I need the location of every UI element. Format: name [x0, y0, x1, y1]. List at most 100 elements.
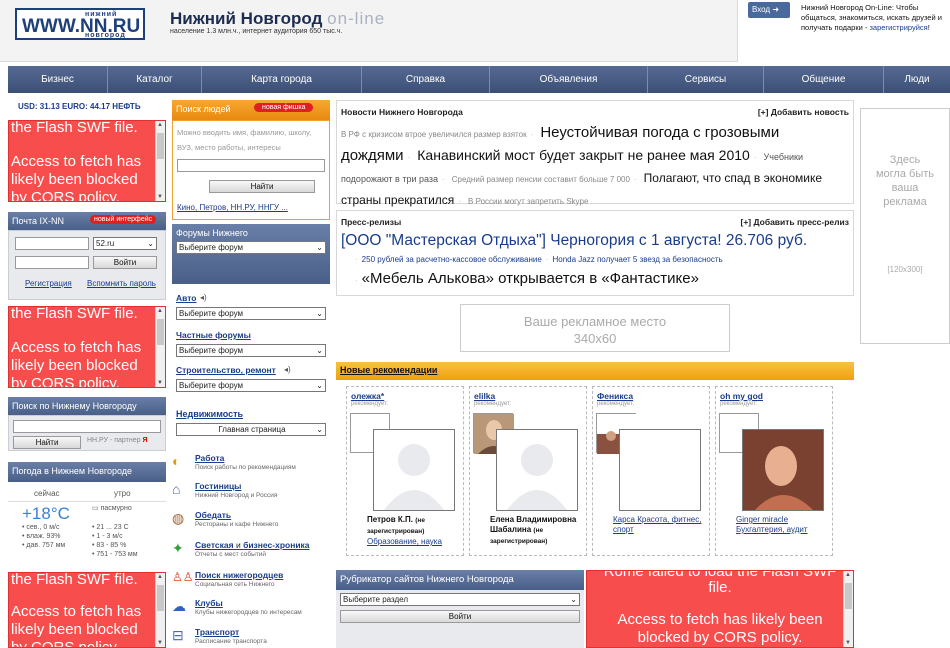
scroll-down-icon[interactable]: ▼: [845, 640, 851, 646]
nav-item-catalog[interactable]: Каталог: [108, 66, 202, 93]
news-item[interactable]: Канавинский мост будет закрыт не ранее м…: [417, 147, 750, 163]
service-desc: Нижний Новгород и Россия: [195, 492, 278, 499]
flash-scrollbar[interactable]: ▲ ▼: [155, 307, 165, 387]
nav-item-services[interactable]: Сервисы: [648, 66, 764, 93]
nav-item-help[interactable]: Справка: [362, 66, 490, 93]
press-item[interactable]: «Мебель Алькова» открывается в «Фантасти…: [362, 270, 699, 287]
recommended-avatar[interactable]: [742, 429, 824, 511]
scroll-down-icon[interactable]: ▼: [157, 194, 163, 200]
flash-scrollbar[interactable]: ▲ ▼: [155, 121, 165, 201]
recommended-avatar[interactable]: [619, 429, 701, 511]
login-button[interactable]: Вход ➜: [748, 2, 790, 18]
scroll-thumb[interactable]: [845, 583, 852, 609]
scroll-up-icon[interactable]: ▲: [845, 572, 851, 578]
separator-dot: ·: [530, 130, 534, 139]
mail-register-link[interactable]: Регистрация: [25, 279, 72, 288]
flash-scrollbar[interactable]: ▲ ▼: [843, 571, 853, 647]
mail-domain-select[interactable]: 52.ru ⌄: [93, 237, 157, 250]
press-item[interactable]: 250 рублей за расчетно-кассовое обслужив…: [362, 255, 542, 264]
people-search-button[interactable]: Найти: [209, 180, 315, 193]
rec-category[interactable]: Образование, наука: [367, 537, 442, 546]
mail-forgot-link[interactable]: Вспомнить пароль: [87, 279, 156, 288]
rec-category[interactable]: Карса Красота, фитнес, спорт: [613, 515, 701, 534]
recommended-avatar[interactable]: [496, 429, 578, 511]
service-title[interactable]: Гостиницы: [195, 481, 241, 491]
forum-section-private[interactable]: Частные форумы: [176, 330, 251, 340]
recommended-avatar[interactable]: [373, 429, 455, 511]
flash-banner-3: the Flash SWF file. Access to fetch has …: [8, 572, 166, 648]
forum-realty-select[interactable]: Главная страница ⌄: [176, 423, 326, 436]
rec-user[interactable]: oh my god: [720, 391, 763, 401]
scroll-up-icon[interactable]: ▲: [157, 308, 163, 314]
mail-password-input[interactable]: [15, 256, 89, 269]
add-press-link[interactable]: [+] Добавить пресс-релиз: [740, 217, 849, 227]
person-silhouette-icon: [384, 444, 444, 510]
people-new-badge[interactable]: новая фишка: [254, 103, 314, 112]
weather-icon-alt: пасмурно: [100, 505, 132, 512]
nav-item-ads[interactable]: Объявления: [490, 66, 648, 93]
press-item[interactable]: Honda Jazz получает 5 звезд за безопасно…: [553, 255, 723, 264]
nav-item-people[interactable]: Люди: [884, 66, 950, 93]
recommendation-card[interactable]: олежка* рекомендует: Петров К.П. (не зар…: [346, 386, 464, 556]
press-item-main[interactable]: [ООО "Мастерская Отдыха"] Черногория с 1…: [341, 232, 807, 250]
news-item[interactable]: В РФ с кризисом втрое увеличился размер …: [341, 130, 527, 139]
rubricator-select[interactable]: Выберите раздел ⌄: [340, 593, 580, 606]
scroll-thumb[interactable]: [157, 133, 164, 159]
recommendation-card[interactable]: Феникса рекомендует: Карса Красота, фитн…: [592, 386, 710, 556]
scroll-up-icon[interactable]: ▲: [157, 122, 163, 128]
scroll-down-icon[interactable]: ▼: [157, 640, 163, 646]
user-photo-icon: [743, 430, 823, 510]
register-link[interactable]: зарегистрируйся: [869, 23, 927, 32]
nav-item-map[interactable]: Карта города: [202, 66, 362, 93]
rec-category[interactable]: Ginger miracle Бухгалтерия, аудит: [736, 515, 808, 534]
scroll-thumb[interactable]: [157, 319, 164, 345]
forum-auto-select[interactable]: Выберите форум ⌄: [176, 307, 326, 320]
nav-item-social[interactable]: Общение: [764, 66, 884, 93]
mail-new-interface-badge[interactable]: новый интерфейс: [90, 215, 157, 224]
service-title[interactable]: Поиск нижегородцев: [195, 570, 283, 580]
service-title-business[interactable]: бизнес-хроника: [243, 540, 309, 550]
recommendation-card[interactable]: elilka рекомендует: Елена Владимировна Ш…: [469, 386, 587, 556]
recommendations-title-text[interactable]: Новые рекомендации: [340, 365, 437, 375]
oil-rate[interactable]: НЕФТЬ: [112, 102, 140, 111]
people-search-input[interactable]: [177, 159, 325, 172]
site-logo[interactable]: нижний WWW.NN.RU новгород: [15, 8, 145, 40]
ad-placeholder[interactable]: Ваше рекламное место 340x60: [460, 304, 730, 352]
rec-user[interactable]: Феникса: [597, 391, 633, 401]
news-item[interactable]: В России могут запретить Skype: [468, 197, 588, 206]
add-news-link[interactable]: [+] Добавить новость: [758, 107, 849, 117]
service-title[interactable]: Работа: [195, 453, 224, 463]
chevron-down-icon: ⌄: [316, 309, 323, 318]
recommendation-card[interactable]: oh my god рекомендует: Ginger miracle Бу…: [715, 386, 833, 556]
service-title[interactable]: Транспорт: [195, 627, 239, 637]
site-search-button[interactable]: Найти: [13, 436, 81, 449]
forum-section-realty[interactable]: Недвижимость: [176, 409, 243, 419]
service-title[interactable]: Клубы: [195, 598, 223, 608]
forums-select[interactable]: Выберите форум ⌄: [176, 241, 326, 254]
mail-login-button[interactable]: Войти: [93, 256, 157, 269]
euro-rate[interactable]: EURO: 44.17: [62, 102, 110, 111]
usd-rate[interactable]: USD: 31.13: [18, 102, 60, 111]
mail-login-input[interactable]: [15, 237, 89, 250]
forum-private-select[interactable]: Выберите форум ⌄: [176, 344, 326, 357]
site-search-input[interactable]: [13, 420, 161, 433]
forum-section-auto[interactable]: Авто: [176, 293, 197, 303]
forum-section-building[interactable]: Строительство, ремонт: [176, 365, 276, 375]
scroll-up-icon[interactable]: ▲: [157, 574, 163, 580]
news-item[interactable]: Средний размер пенсии составит больше 7 …: [452, 175, 630, 184]
rec-user[interactable]: олежка*: [351, 391, 384, 401]
scroll-down-icon[interactable]: ▼: [157, 380, 163, 386]
service-title[interactable]: Обедать: [195, 510, 231, 520]
rubricator-button[interactable]: Войти: [340, 610, 580, 623]
right-ad-placeholder[interactable]: Здесь могла быть ваша реклама [120x300]: [860, 108, 950, 344]
rec-name: Елена Владимировна Шабалина (не зарегист…: [490, 515, 590, 547]
rec-user[interactable]: elilka: [474, 391, 495, 401]
service-title-society[interactable]: Светская: [195, 540, 234, 550]
nav-item-business[interactable]: Бизнес: [8, 66, 108, 93]
people-search-links[interactable]: Кино, Петров, НН.РУ, ННГУ ...: [177, 203, 288, 212]
flash-scrollbar[interactable]: ▲ ▼: [155, 573, 165, 647]
login-text: Нижний Новгород On-Line: Чтобы общаться,…: [801, 3, 949, 33]
right-ad-line: ваша: [891, 182, 919, 194]
scroll-thumb[interactable]: [157, 585, 164, 611]
forum-building-select[interactable]: Выберите форум ⌄: [176, 379, 326, 392]
